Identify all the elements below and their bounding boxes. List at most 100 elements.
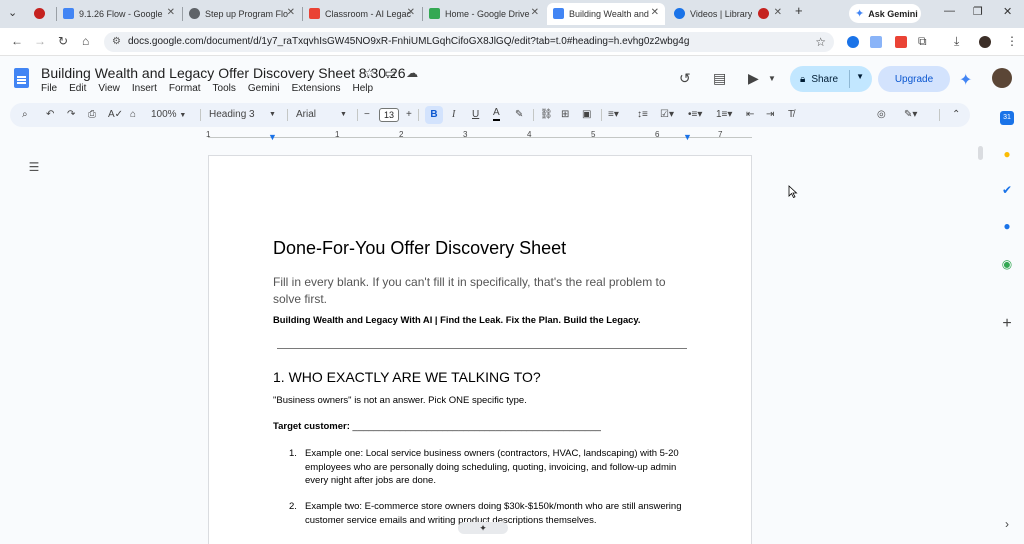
bulleted-list-icon[interactable]: •≡▾ (688, 103, 702, 127)
insert-link-icon[interactable]: ⛓ (540, 103, 553, 127)
text-color-button[interactable]: A (493, 103, 500, 121)
tab-classroom[interactable]: Classroom - AI Legac ✕ (303, 3, 421, 25)
tab-step-up-program[interactable]: Step up Program Flo ✕ (183, 3, 301, 25)
menu-format[interactable]: Format (169, 83, 201, 94)
right-indent-marker-icon[interactable]: ▼ (683, 132, 692, 142)
comments-icon[interactable]: ▤ (713, 70, 726, 87)
version-history-icon[interactable]: ↺ (679, 70, 691, 87)
tab-videos-library[interactable]: Videos | Library | (668, 3, 752, 25)
editing-mode-pencil-icon[interactable]: ✎▾ (904, 103, 917, 127)
tab-flow-doc[interactable]: 9.1.26 Flow - Google ✕ (57, 3, 181, 25)
increase-font-size-icon[interactable]: + (406, 103, 412, 127)
underline-button[interactable]: U (472, 103, 479, 127)
highlight-pen-icon[interactable]: ✎ (515, 103, 523, 127)
undo-icon[interactable]: ↶ (46, 103, 54, 127)
chevron-down-icon[interactable]: ▼ (768, 74, 776, 83)
paragraph-style-select[interactable]: Heading 3 ▼ (209, 103, 279, 127)
tab-recording-2[interactable]: ✕ (752, 3, 788, 25)
font-select[interactable]: Arial ▼ (296, 103, 352, 127)
menu-file[interactable]: File (41, 83, 57, 94)
clear-formatting-icon[interactable]: T̸ (788, 103, 794, 127)
redo-icon[interactable]: ↷ (67, 103, 75, 127)
contacts-icon[interactable]: ● (1000, 219, 1014, 233)
minimize-window-icon[interactable]: — (944, 5, 955, 17)
new-tab-button[interactable]: + (795, 3, 803, 18)
site-info-icon[interactable]: ⚙ (112, 32, 121, 52)
browser-menu-icon[interactable]: ⋮ (1006, 34, 1018, 48)
extensions-puzzle-icon[interactable]: ⧉ (918, 34, 927, 49)
bookmark-star-icon[interactable]: ☆ (815, 32, 826, 52)
decrease-font-size-icon[interactable]: − (364, 103, 370, 127)
cloud-status-icon[interactable]: ☁ (406, 66, 418, 80)
back-arrow-icon[interactable]: ← (11, 34, 23, 48)
close-icon[interactable]: ✕ (407, 7, 415, 18)
maps-icon[interactable]: ◉ (1000, 257, 1014, 271)
zoom-select[interactable]: 100% ▼ (151, 103, 186, 127)
close-icon[interactable]: ✕ (651, 7, 659, 18)
spellcheck-icon[interactable]: A✓ (108, 103, 123, 127)
calendar-icon[interactable]: 31 (1000, 111, 1014, 125)
hide-menus-chevron-up-icon[interactable]: ⌃ (952, 103, 960, 127)
decrease-indent-icon[interactable]: ⇤ (746, 103, 754, 127)
document-subtitle[interactable]: Fill in every blank. If you can't fill i… (273, 274, 693, 308)
tab-google-drive[interactable]: Home - Google Drive ✕ (423, 3, 545, 25)
move-folder-icon[interactable]: ▭ (385, 66, 396, 80)
close-icon[interactable]: ✕ (774, 7, 782, 18)
paint-format-icon[interactable]: ⌂ (130, 103, 136, 127)
numbered-list-icon[interactable]: 1≡▾ (716, 103, 732, 127)
keep-icon[interactable]: ● (1000, 147, 1014, 161)
restore-window-icon[interactable]: ❐ (973, 5, 983, 18)
gemini-floating-button[interactable]: ✦ (458, 522, 508, 534)
extension-icon[interactable] (847, 36, 859, 48)
line-spacing-icon[interactable]: ↕≡ (637, 103, 648, 127)
document-tagline[interactable]: Building Wealth and Legacy With AI | Fin… (273, 314, 641, 325)
vertical-scrollbar[interactable] (978, 146, 983, 160)
tab-building-wealth[interactable]: Building Wealth and ✕ (547, 3, 665, 25)
home-icon[interactable]: ⌂ (82, 34, 89, 48)
url-field[interactable]: ⚙ docs.google.com/document/d/1y7_raTxqvh… (104, 32, 834, 52)
add-addon-icon[interactable]: + (1000, 316, 1014, 332)
document-heading[interactable]: Done-For-You Offer Discovery Sheet (273, 238, 566, 259)
search-menus-icon[interactable]: ⌕ (22, 103, 28, 127)
document-page[interactable]: Done-For-You Offer Discovery Sheet Fill … (208, 155, 752, 544)
menu-view[interactable]: View (98, 83, 120, 94)
menu-gemini[interactable]: Gemini (248, 83, 280, 94)
star-icon[interactable]: ☆ (364, 66, 375, 80)
increase-indent-icon[interactable]: ⇥ (766, 103, 774, 127)
chevron-down-icon[interactable]: ▼ (856, 72, 864, 81)
target-customer-line[interactable]: Target customer: _______________________… (273, 421, 601, 432)
gemini-spark-icon[interactable]: ✦ (959, 70, 972, 90)
menu-insert[interactable]: Insert (132, 83, 157, 94)
close-icon[interactable]: ✕ (167, 7, 175, 18)
checklist-icon[interactable]: ☑▾ (660, 103, 674, 127)
close-window-icon[interactable]: ✕ (1003, 5, 1012, 18)
bold-button[interactable]: B (425, 106, 443, 124)
avatar[interactable] (992, 68, 1012, 88)
download-icon[interactable]: ⤓ (954, 34, 959, 49)
chevron-right-icon[interactable]: › (1000, 517, 1014, 531)
italic-button[interactable]: I (452, 103, 455, 127)
list-item[interactable]: 1. Example one: Local service business o… (289, 447, 689, 489)
section-intro[interactable]: "Business owners" is not an answer. Pick… (273, 395, 527, 406)
menu-edit[interactable]: Edit (69, 83, 86, 94)
profile-avatar[interactable] (979, 36, 991, 48)
gemini-assist-icon[interactable]: ◎ (877, 103, 886, 127)
tasks-icon[interactable]: ✔ (1000, 183, 1014, 197)
insert-image-icon[interactable]: ▣ (582, 103, 591, 127)
print-icon[interactable]: ⎙ (88, 103, 96, 127)
add-comment-icon[interactable]: ⊞ (561, 103, 569, 127)
extension-icon[interactable] (870, 36, 882, 48)
tab-recording[interactable] (28, 3, 56, 25)
share-button[interactable]: 🔒︎ Share ▼ (790, 66, 872, 92)
horizontal-ruler[interactable]: 1 ▼ 1 2 3 4 5 6 ▼ 7 (206, 130, 752, 144)
menu-help[interactable]: Help (353, 83, 374, 94)
meet-video-icon[interactable]: ▶ (748, 70, 759, 87)
extension-icon[interactable] (895, 36, 907, 48)
ask-gemini-button[interactable]: ✦ Ask Gemini (849, 4, 921, 23)
tab-search-chevron-icon[interactable]: ⌄ (8, 6, 17, 19)
close-icon[interactable]: ✕ (287, 7, 295, 18)
document-outline-icon[interactable]: ☰ (23, 158, 45, 176)
upgrade-button[interactable]: Upgrade (878, 66, 950, 92)
menu-extensions[interactable]: Extensions (292, 83, 341, 94)
reload-icon[interactable]: ↻ (58, 34, 68, 48)
